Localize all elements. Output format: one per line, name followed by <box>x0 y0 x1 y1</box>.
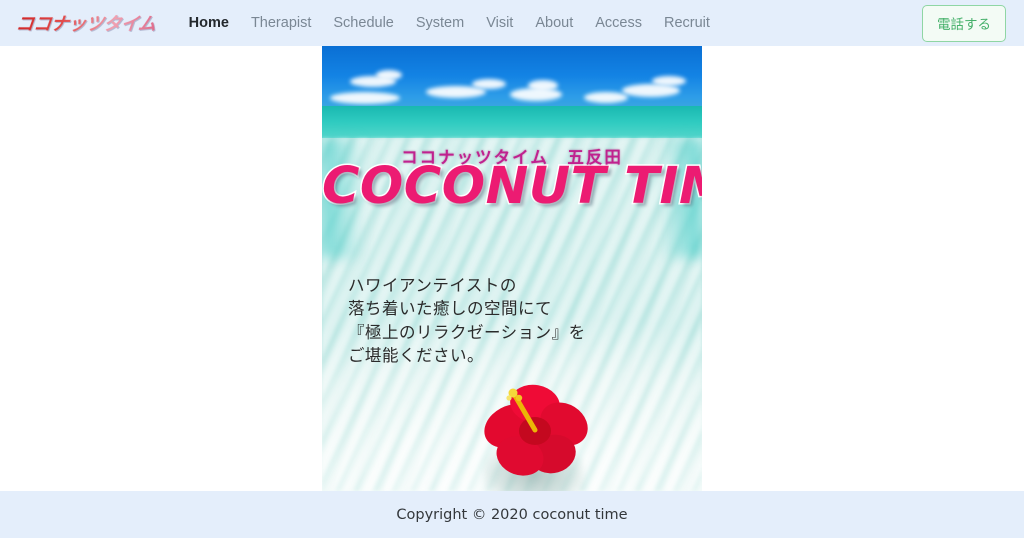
hero-body-text: ハワイアンテイストの 落ち着いた癒しの空間にて 『極上のリラクゼーション』を ご… <box>348 276 586 366</box>
hero-subtitle: ココナッツタイム 五反田 <box>401 148 623 167</box>
main-content: ココナッツタイム 五反田 COCONUT TIME ハワイアンテイストの 落ち着… <box>0 46 1024 491</box>
nav-item-therapist[interactable]: Therapist <box>240 11 322 35</box>
nav-item-schedule[interactable]: Schedule <box>322 11 404 35</box>
hero-image: ココナッツタイム 五反田 COCONUT TIME ハワイアンテイストの 落ち着… <box>322 46 702 491</box>
call-button[interactable]: 電話する <box>922 4 1006 42</box>
nav-item-visit[interactable]: Visit <box>475 11 524 35</box>
site-header: ココナッツタイム Home Therapist Schedule System … <box>0 0 1024 46</box>
nav-item-access[interactable]: Access <box>584 11 653 35</box>
copyright-text: Copyright © 2020 coconut time <box>396 506 628 523</box>
nav-item-system[interactable]: System <box>405 11 475 35</box>
main-navigation: Home Therapist Schedule System Visit Abo… <box>178 11 922 35</box>
nav-item-about[interactable]: About <box>524 11 584 35</box>
site-footer: Copyright © 2020 coconut time <box>0 491 1024 538</box>
nav-item-home[interactable]: Home <box>178 11 240 35</box>
nav-item-recruit[interactable]: Recruit <box>653 11 721 35</box>
site-logo[interactable]: ココナッツタイム <box>11 10 157 36</box>
hero-sky <box>322 46 702 112</box>
hibiscus-flower-icon <box>484 384 588 476</box>
